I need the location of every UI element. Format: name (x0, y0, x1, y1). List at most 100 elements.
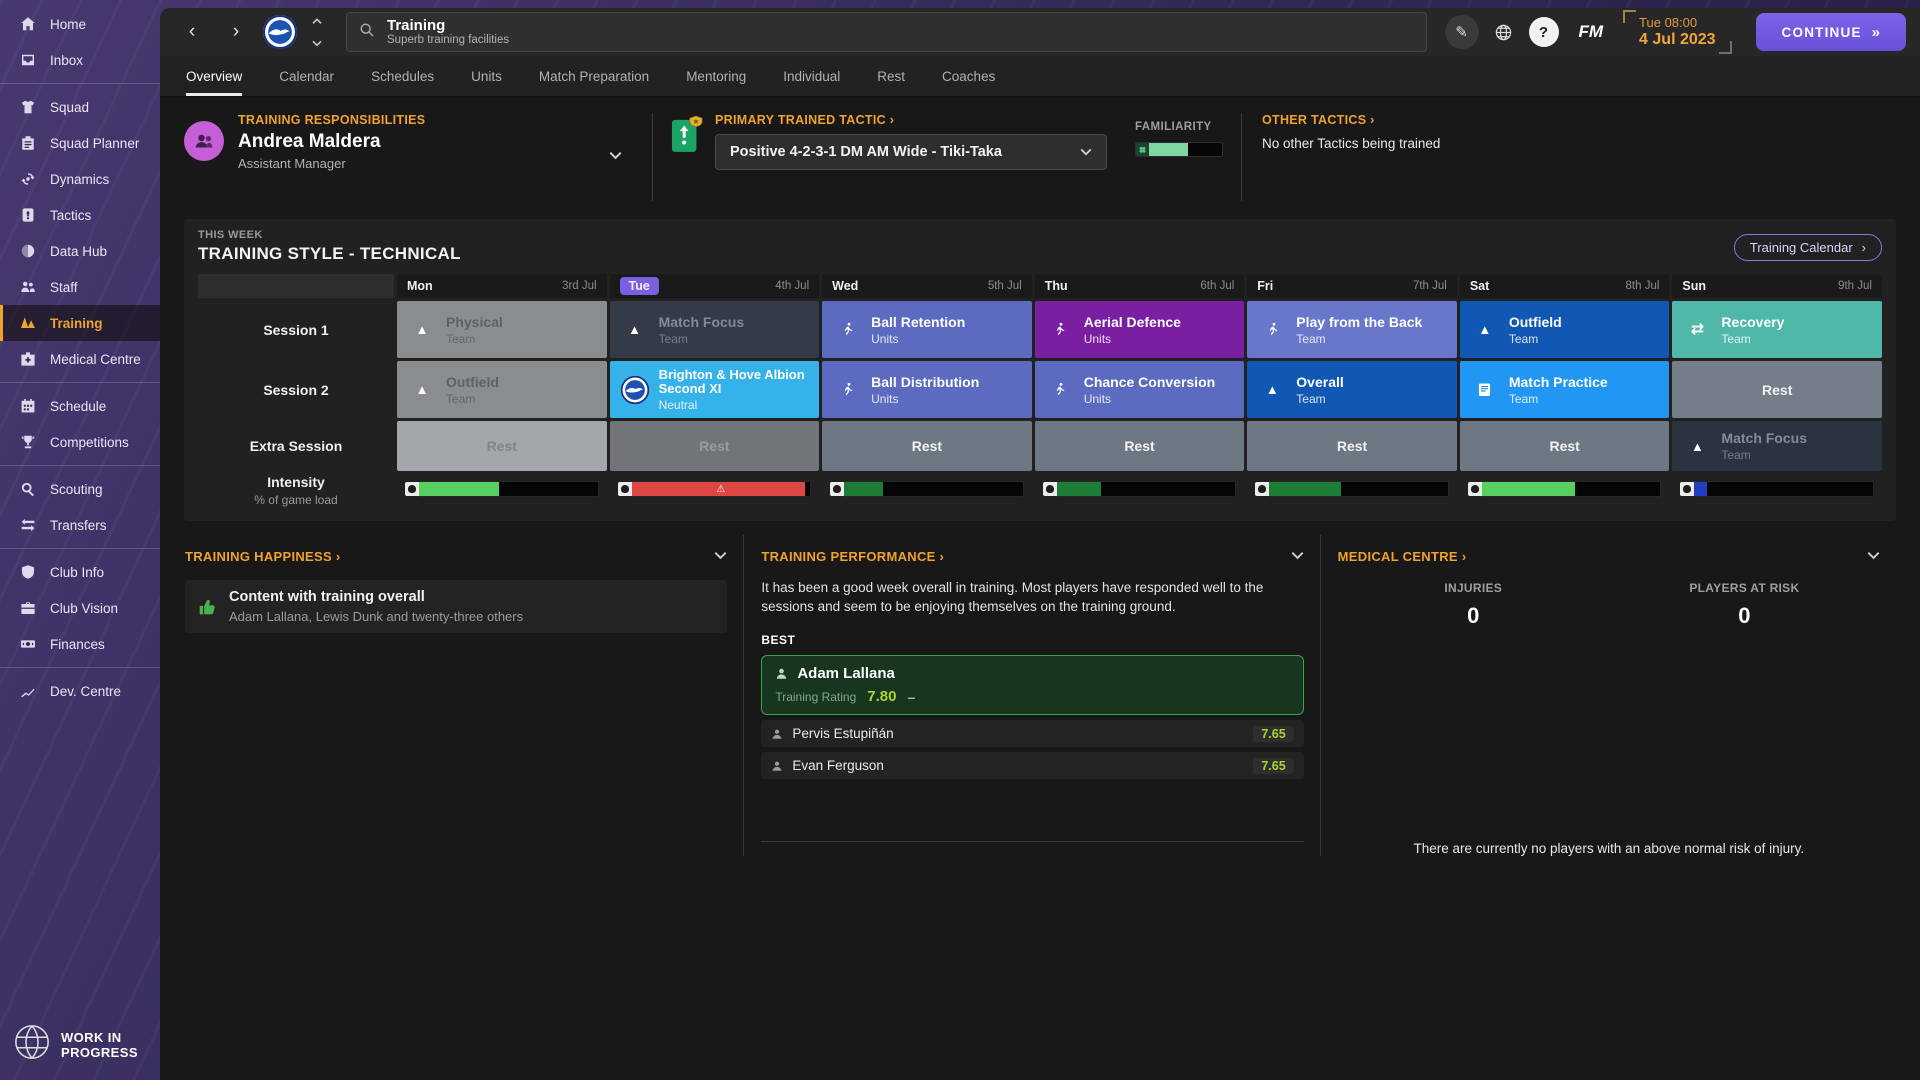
tab-coaches[interactable]: Coaches (942, 56, 995, 96)
help-icon[interactable]: ? (1528, 17, 1559, 47)
other-tactics-label[interactable]: OTHER TACTICS (1262, 113, 1366, 127)
session-1-sun-recovery[interactable]: ⇄ Recovery Team (1672, 301, 1882, 358)
tab-units[interactable]: Units (471, 56, 502, 96)
session-title: Overall (1296, 373, 1344, 390)
primary-tactic-label[interactable]: PRIMARY TRAINED TACTIC (715, 113, 886, 127)
training-responsibilities-block[interactable]: TRAINING RESPONSIBILITIES Andrea Maldera… (184, 113, 634, 171)
intensity-fill (1481, 482, 1575, 496)
session-2-tue-brighton-hove-albion-second-xi[interactable]: Brighton & Hove Albion Second XI Neutral (609, 361, 820, 418)
sidebar-item-label: Dev. Centre (50, 683, 122, 699)
sidebar-item-dev-centre[interactable]: Dev. Centre (0, 673, 160, 709)
session-extra-sat-rest[interactable]: Rest (1459, 421, 1670, 471)
sidebar-item-data-hub[interactable]: Data Hub (0, 233, 160, 269)
session-extra-wed-rest[interactable]: Rest (822, 421, 1032, 471)
tab-calendar[interactable]: Calendar (279, 56, 334, 96)
game-clock: Tue 08:00 4 Jul 2023 (1623, 10, 1732, 54)
session-2-thu-chance-conversion[interactable]: Chance Conversion Units (1034, 361, 1245, 418)
chevron-down-icon[interactable] (1867, 547, 1880, 565)
intensity-load-icon (405, 482, 419, 496)
best-player-card[interactable]: Adam Lallana Training Rating 7.80 – (761, 655, 1304, 715)
language-globe-icon[interactable] (1487, 15, 1521, 49)
tactic-dropdown[interactable]: Positive 4-2-3-1 DM AM Wide - Tiki-Taka (715, 134, 1107, 170)
session-extra-fri-rest[interactable]: Rest (1247, 421, 1457, 471)
medical-label[interactable]: MEDICAL CENTRE (1338, 549, 1458, 564)
team-cycle-buttons[interactable] (312, 12, 322, 52)
today-badge: Tue (619, 277, 659, 295)
edit-pencil-icon[interactable]: ✎ (1444, 15, 1479, 49)
row-label-session-2: Session 2 (263, 381, 329, 398)
sidebar-item-finances[interactable]: Finances (0, 626, 160, 662)
session-1-fri-play-from-the-back[interactable]: Play from the Back Team (1247, 301, 1457, 358)
bottom-panels: TRAINING HAPPINESS › Content with traini… (160, 535, 1920, 856)
training-calendar-button[interactable]: Training Calendar › (1733, 234, 1882, 261)
search-title-box[interactable]: Training Superb training facilities (346, 12, 1427, 52)
session-title: Outfield (1508, 313, 1562, 330)
happiness-item[interactable]: Content with training overall Adam Lalla… (185, 580, 728, 633)
session-2-mon-outfield[interactable]: ▲ Outfield Team (397, 361, 607, 418)
tab-rest[interactable]: Rest (877, 56, 905, 96)
back-button[interactable]: ‹ (174, 21, 210, 43)
performance-label[interactable]: TRAINING PERFORMANCE (761, 549, 935, 564)
sidebar-item-label: Scouting (50, 481, 103, 497)
tab-match-preparation[interactable]: Match Preparation (539, 56, 649, 96)
sidebar-item-transfers[interactable]: Transfers (0, 507, 160, 543)
sidebar-item-schedule[interactable]: Schedule (0, 388, 160, 424)
day-date: 5th Jul (987, 280, 1022, 292)
primary-tactic-block: PRIMARY TRAINED TACTIC › Positive 4-2-3-… (671, 113, 1223, 170)
clock-time: Tue 08:00 (1639, 15, 1698, 30)
tab-individual[interactable]: Individual (783, 56, 840, 96)
sidebar-item-staff[interactable]: Staff (0, 269, 160, 305)
session-extra-thu-rest[interactable]: Rest (1034, 421, 1245, 471)
page-title: Training (387, 17, 446, 34)
sidebar-item-club-vision[interactable]: Club Vision (0, 590, 160, 626)
session-subtitle: Team (1296, 391, 1326, 406)
session-2-wed-ball-distribution[interactable]: Ball Distribution Units (822, 361, 1032, 418)
performance-row-pervis-estupi-n[interactable]: Pervis Estupiñán 7.65 (761, 720, 1304, 747)
chevron-down-icon[interactable] (312, 34, 322, 52)
chevron-down-icon[interactable] (609, 147, 622, 165)
session-1-wed-ball-retention[interactable]: Ball Retention Units (822, 301, 1032, 358)
session-2-sat-match-practice[interactable]: Match Practice Team (1459, 361, 1670, 418)
session-1-sat-outfield[interactable]: ▲ Outfield Team (1459, 301, 1670, 358)
intensity-load-icon (1680, 482, 1695, 496)
training-performance-panel: TRAINING PERFORMANCE › It has been a goo… (743, 535, 1319, 856)
intensity-bar-fri (1247, 474, 1457, 504)
sidebar-item-club-info[interactable]: Club Info (0, 554, 160, 590)
sidebar-item-competitions[interactable]: Competitions (0, 424, 160, 460)
session-2-fri-overall[interactable]: ▲ Overall Team (1247, 361, 1457, 418)
continue-button[interactable]: CONTINUE» (1755, 13, 1906, 51)
intensity-fill (844, 482, 884, 496)
intensity-load-icon (830, 482, 845, 496)
tab-overview[interactable]: Overview (186, 56, 243, 96)
sidebar-item-scouting[interactable]: Scouting (0, 471, 160, 507)
sidebar-item-medical-centre[interactable]: Medical Centre (0, 341, 160, 377)
chevron-down-icon (1080, 144, 1092, 160)
happiness-label[interactable]: TRAINING HAPPINESS (185, 549, 332, 564)
session-1-mon-physical[interactable]: ▲ Physical Team (397, 301, 607, 358)
session-extra-mon-rest[interactable]: Rest (397, 421, 607, 471)
chevron-up-icon[interactable] (312, 12, 322, 30)
session-subtitle: Team (446, 391, 476, 406)
session-2-sun-rest[interactable]: Rest (1672, 361, 1882, 418)
sidebar-item-squad[interactable]: Squad (0, 89, 160, 125)
sidebar-item-squad-planner[interactable]: Squad Planner (0, 125, 160, 161)
session-1-thu-aerial-defence[interactable]: Aerial Defence Units (1034, 301, 1245, 358)
forward-button[interactable]: › (218, 21, 254, 43)
tab-schedules[interactable]: Schedules (371, 56, 434, 96)
session-1-tue-match-focus[interactable]: ▲ Match Focus Team (609, 301, 820, 358)
chevron-down-icon[interactable] (714, 547, 727, 565)
session-subtitle: Team (1508, 331, 1539, 346)
intensity-bar-sat (1460, 474, 1670, 504)
sidebar-item-dynamics[interactable]: Dynamics (0, 161, 160, 197)
sidebar-item-inbox[interactable]: Inbox (0, 42, 160, 78)
session-extra-sun-match-focus[interactable]: ▲ Match Focus Team (1672, 421, 1882, 471)
sidebar-item-tactics[interactable]: Tactics (0, 197, 160, 233)
wip-line2: PROGRESS (61, 1044, 138, 1060)
performance-row-evan-ferguson[interactable]: Evan Ferguson 7.65 (761, 752, 1304, 779)
sidebar-item-training[interactable]: Training (0, 305, 160, 341)
chevron-down-icon[interactable] (1291, 547, 1304, 565)
session-extra-tue-rest[interactable]: Rest (609, 421, 820, 471)
club-crest-icon[interactable] (262, 14, 298, 50)
sidebar-item-home[interactable]: Home (0, 6, 160, 42)
tab-mentoring[interactable]: Mentoring (686, 56, 746, 96)
